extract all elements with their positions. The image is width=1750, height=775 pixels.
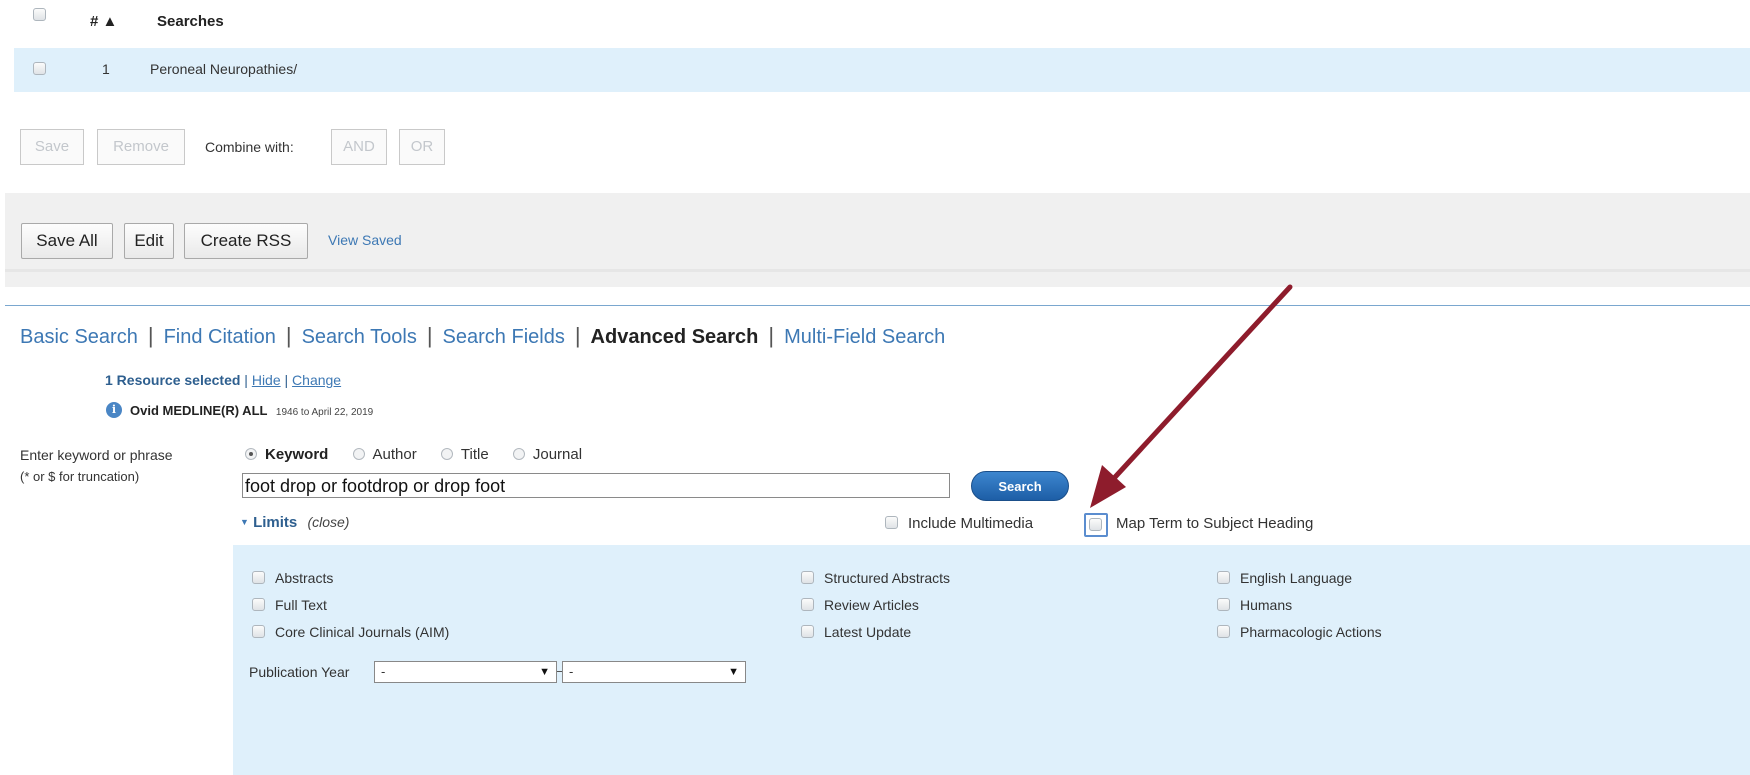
radio-journal-label: Journal [532,446,583,463]
dropdown-arrow-icon: ▼ [728,666,739,678]
row-search-text: Peroneal Neuropathies/ [150,61,298,77]
hide-link[interactable]: Hide [252,372,281,388]
tab-advanced-search[interactable]: Advanced Search [591,326,759,348]
tab-separator: | [768,323,775,348]
radio-title[interactable]: Title [440,446,489,463]
limit-checkbox[interactable] [801,598,814,611]
dropdown-arrow-icon: ▼ [539,666,550,678]
tab-separator: | [285,323,292,348]
search-input[interactable]: foot drop or footdrop or drop foot [242,473,950,498]
section-divider [5,305,1750,306]
and-button[interactable]: AND [331,129,387,165]
remove-button[interactable]: Remove [97,129,185,165]
select-all-checkbox[interactable] [33,8,46,21]
resource-divider: | [244,372,248,388]
limit-checkbox[interactable] [1217,598,1230,611]
publication-year-to-value: - [569,664,574,679]
info-icon[interactable]: i [106,402,122,418]
radio-title-label: Title [460,446,489,463]
radio-button-icon [352,448,365,460]
include-multimedia-label: Include Multimedia [908,515,1034,532]
radio-button-icon [512,448,525,460]
database-info: Ovid MEDLINE(R) ALL 1946 to April 22, 20… [130,402,373,420]
resource-selected-count: 1 Resource selected [105,372,241,388]
tab-separator: | [574,323,581,348]
edit-button[interactable]: Edit [124,223,174,259]
limit-label: Abstracts [275,570,334,586]
limits-label: Limits [253,514,298,531]
limit-label: Structured Abstracts [824,570,951,586]
tab-basic-search[interactable]: Basic Search [20,326,138,348]
limit-label: Review Articles [824,597,919,613]
radio-button-icon [245,448,257,460]
resource-divider: | [284,372,289,388]
tab-separator: | [147,323,154,348]
tab-search-fields[interactable]: Search Fields [443,326,565,348]
history-row: 1 Peroneal Neuropathies/ [14,48,1750,92]
tab-search-tools[interactable]: Search Tools [302,326,417,348]
limit-label: Pharmacologic Actions [1240,624,1382,640]
radio-button-icon [440,448,453,460]
change-link[interactable]: Change [292,372,341,388]
limit-checkbox[interactable] [1217,625,1230,638]
publication-year-to-select[interactable]: - ▼ [562,661,746,683]
publication-year-from-value: - [381,664,386,679]
view-saved-link[interactable]: View Saved [328,232,402,248]
column-number-header[interactable]: # ▲ [90,13,117,30]
database-name: Ovid MEDLINE(R) ALL [130,403,268,418]
limit-label: Latest Update [824,624,912,640]
radio-keyword[interactable]: Keyword [245,446,328,463]
radio-author-label: Author [372,446,417,463]
limit-label: Full Text [275,597,327,613]
limit-checkbox[interactable] [1217,571,1230,584]
tab-find-citation[interactable]: Find Citation [164,326,276,348]
create-rss-button[interactable]: Create RSS [184,223,308,259]
limits-panel [233,545,1750,775]
annotation-arrow-icon [1090,284,1293,508]
tab-multi-field-search[interactable]: Multi-Field Search [784,326,945,348]
limit-label: Humans [1240,597,1293,613]
search-button[interactable]: Search [971,471,1069,501]
resource-selection: 1 Resource selected | Hide | Change [105,372,341,388]
database-range: 1946 to April 22, 2019 [275,407,374,418]
radio-author[interactable]: Author [352,446,417,463]
publication-year-label: Publication Year [249,664,350,680]
limits-toggle[interactable]: ▼ Limits (close) [240,514,349,531]
limit-checkbox[interactable] [252,571,265,584]
radio-journal[interactable]: Journal [512,446,583,463]
combine-with-label: Combine with: [205,139,294,155]
save-all-button[interactable]: Save All [21,223,113,259]
save-button[interactable]: Save [20,129,84,165]
include-multimedia-checkbox[interactable] [885,516,898,529]
column-searches-header: Searches [157,13,224,30]
row-checkbox[interactable] [33,62,46,75]
search-prompt: Enter keyword or phrase [20,447,173,463]
search-input-value: foot drop or footdrop or drop foot [245,476,506,496]
chevron-down-icon: ▼ [240,517,249,527]
search-field-options: Keyword Author Title Journal [245,446,582,463]
limit-checkbox[interactable] [801,571,814,584]
limit-checkbox[interactable] [252,625,265,638]
radio-keyword-label: Keyword [265,446,329,463]
or-button[interactable]: OR [399,129,445,165]
limit-checkbox[interactable] [801,625,814,638]
search-mode-tabs: Basic Search | Find Citation | Search Tools |… [20,323,945,349]
tab-separator: | [426,323,433,348]
limits-close-text: (close) [307,514,350,530]
limit-label: Core Clinical Journals (AIM) [275,624,450,640]
limit-label: English Language [1240,570,1353,586]
truncation-hint: (* or $ for truncation) [20,469,140,484]
publication-year-from-select[interactable]: - ▼ [374,661,557,683]
limit-checkbox[interactable] [252,598,265,611]
toolbar-divider [5,269,1750,272]
row-number: 1 [102,61,110,77]
